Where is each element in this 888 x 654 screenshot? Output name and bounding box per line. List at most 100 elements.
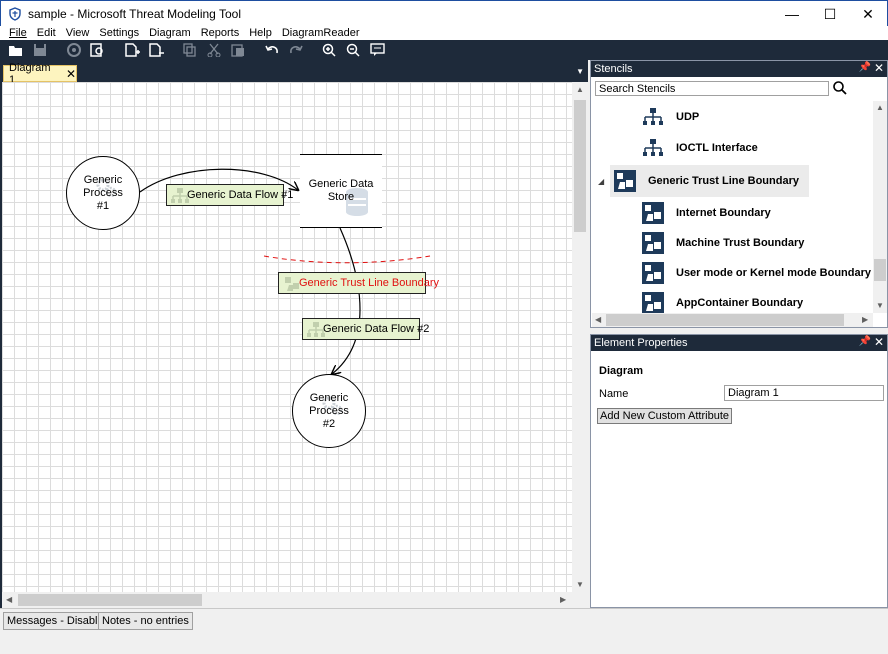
menu-reports[interactable]: Reports [196,26,245,40]
remove-diagram-icon[interactable] [146,42,165,58]
trust-boundary-line [263,255,431,264]
scroll-down-icon[interactable]: ▼ [876,301,884,310]
canvas-vscroll-thumb[interactable] [574,100,586,232]
stencil-horizontal-scrollbar[interactable]: ◀ ▶ [592,313,873,327]
process-2-label-line1: Generic Process [309,391,349,417]
undo-icon[interactable] [262,42,281,58]
scroll-down-icon[interactable]: ▼ [576,580,584,589]
menu-file[interactable]: File [4,26,32,40]
scroll-right-icon[interactable]: ▶ [560,595,566,604]
copy-icon[interactable] [180,42,199,58]
trust-boundary-stencil-icon [642,232,664,254]
stencil-search-input[interactable] [595,81,829,96]
menu-diagramreader[interactable]: DiagramReader [277,26,365,40]
menu-help[interactable]: Help [244,26,277,40]
tab-diagram-1[interactable]: Diagram 1 ✕ [3,62,77,86]
search-view-icon[interactable] [88,42,107,58]
process-1[interactable]: Generic Process #1 [66,156,140,230]
diagram-canvas[interactable]: Generic Process #1 Generic Data Store Gene… [2,82,572,592]
add-custom-attribute-button[interactable]: Add New Custom Attribute [597,408,733,424]
data-flow-stencil-icon [643,139,663,156]
scroll-right-icon[interactable]: ▶ [862,315,868,324]
scroll-left-icon[interactable]: ◀ [6,595,12,604]
pin-icon[interactable]: 📌 [859,62,871,73]
canvas-hscroll-thumb[interactable] [18,594,202,606]
maximize-button[interactable]: ☐ [811,1,849,27]
stencil-item-internet-boundary[interactable]: Internet Boundary [642,200,771,226]
stencil-vscroll-thumb[interactable] [874,259,886,281]
trust-boundary-stencil-icon [642,262,664,284]
trust-boundary-stencil-icon [614,170,636,192]
stencil-label: Internet Boundary [676,207,771,219]
stencil-hscroll-thumb[interactable] [606,314,844,326]
paste-icon[interactable] [228,42,247,58]
stencil-group-generic-trust-line-boundary[interactable]: Generic Trust Line Boundary [610,165,809,197]
document-area: Diagram 1 ✕ ▼ Generic Process #1 Generic … [0,60,588,608]
menu-diagram[interactable]: Diagram [144,26,196,40]
stencil-label: Machine Trust Boundary [676,237,805,249]
menu-bar: File Edit View Settings Diagram Reports … [0,26,888,40]
stencil-label: Generic Trust Line Boundary [648,175,799,187]
stencil-vertical-scrollbar[interactable]: ▲ ▼ [873,101,887,313]
tab-dropdown-icon[interactable]: ▼ [576,67,584,76]
tab-close-icon[interactable]: ✕ [66,67,76,81]
collapse-arrow-icon[interactable]: ◢ [598,177,604,186]
trust-boundary-stencil-icon [642,292,664,313]
save-icon[interactable] [30,42,49,58]
scroll-up-icon[interactable]: ▲ [876,103,884,112]
close-window-button[interactable]: ✕ [849,1,887,27]
pin-icon[interactable]: 📌 [859,336,871,347]
zoom-in-icon[interactable] [320,42,339,58]
stencil-item-ioctl[interactable]: IOCTL Interface [642,135,758,161]
window-title: sample - Microsoft Threat Modeling Tool [28,6,241,21]
stencil-item-udp[interactable]: UDP [642,104,699,130]
redo-icon[interactable] [286,42,305,58]
scroll-up-icon[interactable]: ▲ [576,85,584,94]
search-icon[interactable] [832,80,848,99]
stencil-label: IOCTL Interface [676,142,758,154]
data-flow-2-label[interactable]: Generic Data Flow #2 [302,318,429,340]
stencil-item-user-kernel-boundary[interactable]: User mode or Kernel mode Boundary [642,260,871,286]
element-properties-panel: Element Properties 📌 ✕ Diagram Name Add … [590,334,888,608]
stencil-item-machine-trust-boundary[interactable]: Machine Trust Boundary [642,230,804,256]
name-label: Name [599,388,629,400]
menu-edit[interactable]: Edit [32,26,61,40]
toolbar [0,40,888,60]
stencil-item-appcontainer-boundary[interactable]: AppContainer Boundary [642,290,803,313]
stencils-header: Stencils 📌 ✕ [591,61,887,77]
data-flow-2-text: Generic Data Flow #2 [323,323,430,335]
properties-section-heading: Diagram [599,365,644,377]
analysis-icon[interactable] [64,42,83,58]
data-flow-1-text: Generic Data Flow #1 [187,189,294,201]
properties-title: Element Properties [594,337,688,349]
canvas-horizontal-scrollbar[interactable]: ◀ ▶ [2,592,572,608]
close-icon[interactable]: ✕ [874,61,884,75]
scroll-left-icon[interactable]: ◀ [595,315,601,324]
trust-boundary-stencil-icon [642,202,664,224]
process-1-label-line1: Generic Process [83,173,123,199]
trust-boundary-text: Generic Trust Line Boundary [299,277,440,289]
new-diagram-icon[interactable] [122,42,141,58]
data-flow-1-label[interactable]: Generic Data Flow #1 [166,184,293,206]
scroll-corner [572,592,588,608]
document-tabstrip: Diagram 1 ✕ ▼ [0,60,588,86]
stencil-label: UDP [676,111,700,123]
flow-2-line [332,227,361,374]
zoom-out-icon[interactable] [344,42,363,58]
open-icon[interactable] [6,42,25,58]
trust-boundary-label[interactable]: Generic Trust Line Boundary [278,272,439,294]
process-2[interactable]: Generic Process #2 [292,374,366,448]
name-field[interactable] [724,385,884,401]
menu-settings[interactable]: Settings [94,26,144,40]
menu-view[interactable]: View [61,26,95,40]
comment-icon[interactable] [368,42,387,58]
data-store[interactable]: Generic Data Store [300,154,382,228]
cut-icon[interactable] [204,42,223,58]
close-icon[interactable]: ✕ [874,335,884,349]
stencils-panel: Stencils 📌 ✕ UDP IOCTL Interface ◢ Gener… [590,60,888,328]
stencil-label: AppContainer Boundary [676,297,804,309]
notes-tab[interactable]: Notes - no entries [98,612,193,630]
minimize-button[interactable]: — [773,1,811,27]
canvas-vertical-scrollbar[interactable]: ▲ ▼ [572,82,588,592]
process-2-label-line2: #2 [322,417,336,430]
